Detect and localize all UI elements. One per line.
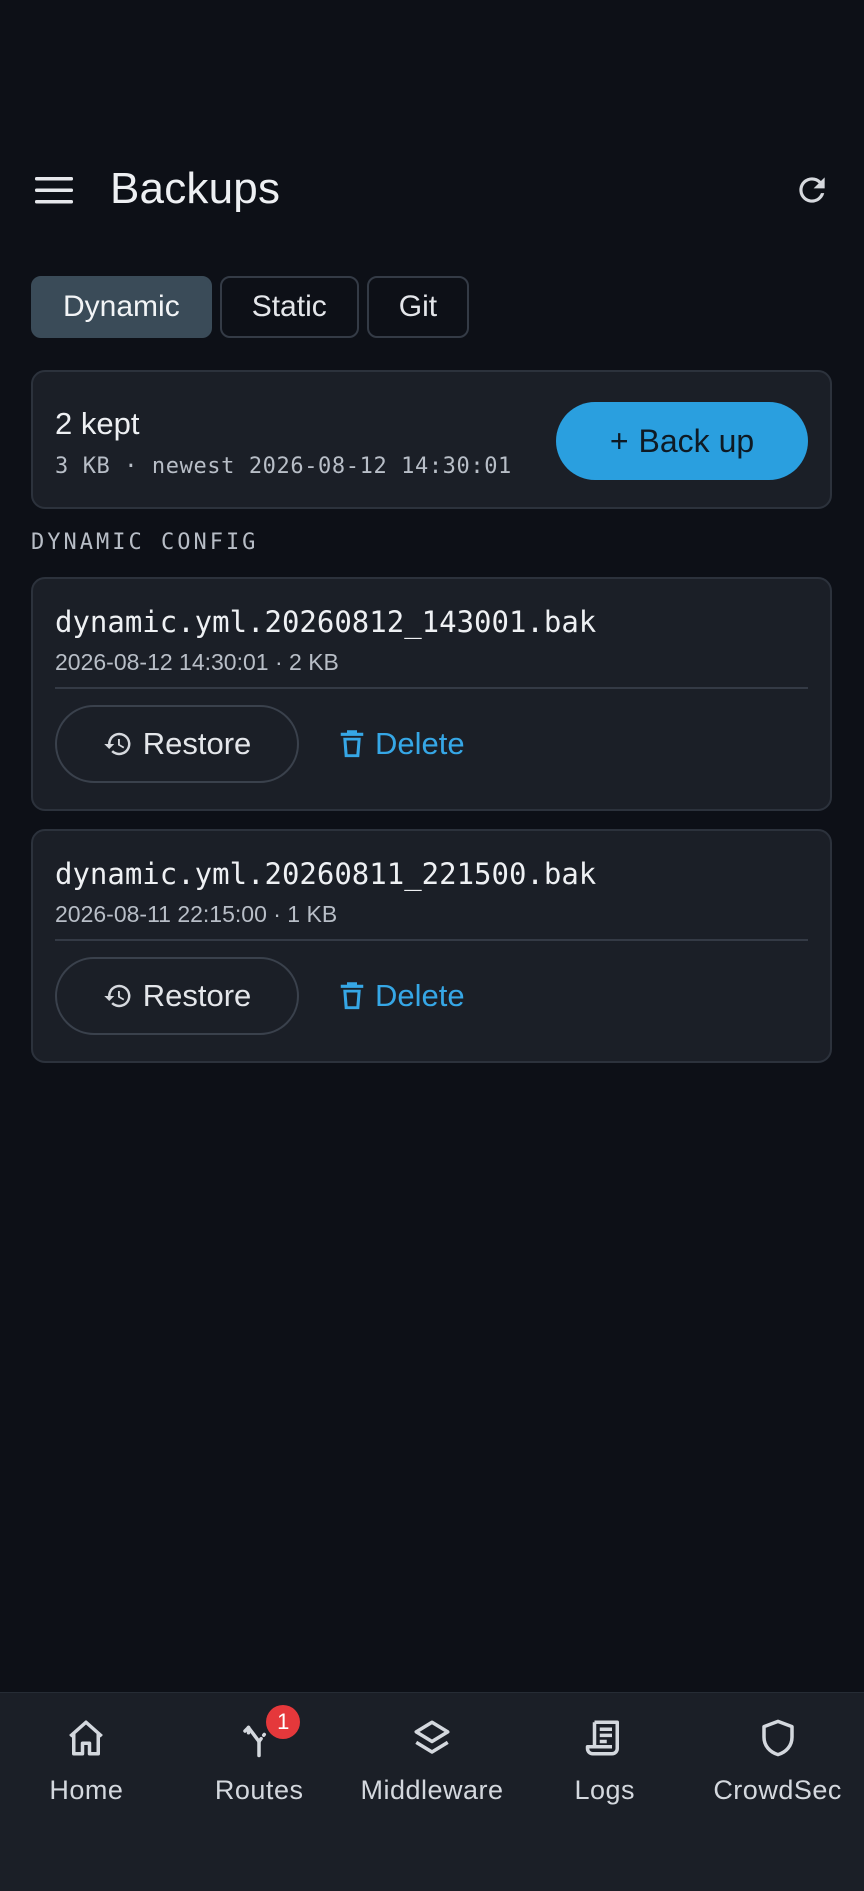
backup-file-name: dynamic.yml.20260811_221500.bak xyxy=(55,857,597,891)
backups-page: Backups Dynamic Static Git 2 kept 3 KB ·… xyxy=(0,0,864,1891)
nav-item-home[interactable]: Home xyxy=(0,1693,173,1891)
card-divider xyxy=(55,939,808,941)
delete-label: Delete xyxy=(375,726,465,761)
menu-icon xyxy=(35,177,73,204)
restore-button[interactable]: Restore xyxy=(55,957,299,1035)
back-up-label: Back up xyxy=(638,422,755,459)
nav-label: CrowdSec xyxy=(713,1775,842,1805)
bottom-nav: Home 1 Routes Middleware Logs CrowdSec xyxy=(0,1692,864,1891)
menu-button[interactable] xyxy=(34,172,74,208)
history-icon xyxy=(103,984,131,1008)
nav-label: Middleware xyxy=(360,1775,504,1805)
delete-button[interactable]: Delete xyxy=(339,705,465,783)
backup-count: 2 kept xyxy=(55,406,140,441)
nav-item-crowdsec[interactable]: CrowdSec xyxy=(691,1693,864,1891)
app-header: Backups xyxy=(0,150,864,230)
routes-badge: 1 xyxy=(266,1705,301,1739)
history-icon xyxy=(103,732,131,756)
trash-icon xyxy=(340,982,364,1010)
restore-label: Restore xyxy=(142,978,252,1013)
nav-label: Home xyxy=(49,1775,124,1805)
home-icon xyxy=(69,1720,104,1756)
section-label: DYNAMIC CONFIG xyxy=(31,530,259,555)
backup-file-meta: 2026-08-12 14:30:01 · 2 KB xyxy=(55,649,339,675)
backup-file-meta: 2026-08-11 22:15:00 · 1 KB xyxy=(55,901,338,927)
refresh-button[interactable] xyxy=(790,168,834,212)
delete-button[interactable]: Delete xyxy=(339,957,465,1035)
card-divider xyxy=(55,687,808,689)
layers-icon xyxy=(414,1720,450,1754)
nav-label: Logs xyxy=(574,1775,636,1805)
page-title: Backups xyxy=(110,164,281,213)
receipt-icon xyxy=(585,1720,619,1756)
backup-card: dynamic.yml.20260812_143001.bak 2026-08-… xyxy=(31,577,832,811)
back-up-button[interactable]: + Back up xyxy=(556,402,808,480)
nav-item-middleware[interactable]: Middleware xyxy=(346,1693,519,1891)
summary-card: 2 kept 3 KB · newest 2026-08-12 14:30:01… xyxy=(31,370,832,509)
refresh-icon xyxy=(799,177,825,203)
tab-dynamic[interactable]: Dynamic xyxy=(31,276,212,338)
tab-git[interactable]: Git xyxy=(366,276,470,338)
delete-label: Delete xyxy=(375,978,465,1013)
backup-type-tabs: Dynamic Static Git xyxy=(31,276,470,338)
nav-label: Routes xyxy=(214,1775,304,1805)
backup-file-name: dynamic.yml.20260812_143001.bak xyxy=(55,605,597,639)
plus-icon: + xyxy=(609,422,629,459)
restore-label: Restore xyxy=(142,726,252,761)
trash-icon xyxy=(340,730,364,758)
nav-item-logs[interactable]: Logs xyxy=(518,1693,691,1891)
backup-summary-meta: 3 KB · newest 2026-08-12 14:30:01 xyxy=(55,454,512,479)
nav-item-routes[interactable]: 1 Routes xyxy=(173,1693,346,1891)
backup-card: dynamic.yml.20260811_221500.bak 2026-08-… xyxy=(31,829,832,1063)
shield-icon xyxy=(761,1719,794,1757)
tab-static[interactable]: Static xyxy=(219,276,359,338)
restore-button[interactable]: Restore xyxy=(55,705,299,783)
